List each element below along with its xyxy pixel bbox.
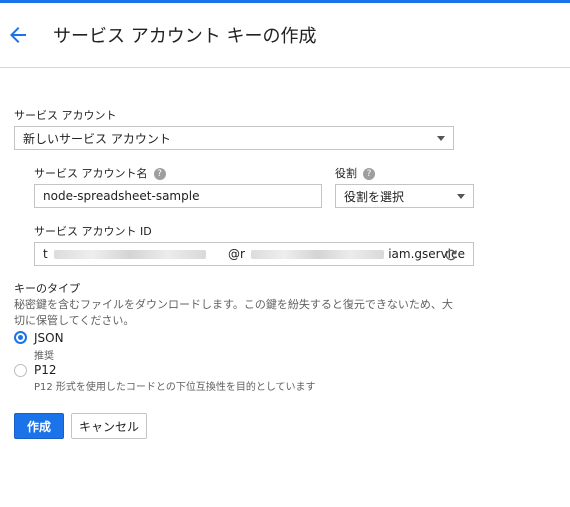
back-button[interactable]: [6, 23, 30, 47]
service-account-id-label: サービス アカウント ID: [34, 225, 152, 238]
key-type-label: キーのタイプ: [14, 282, 80, 295]
role-selected: 役割を選択: [344, 189, 405, 204]
chevron-down-icon: [457, 194, 465, 199]
service-account-id-field[interactable]: t @r iam.gservice: [34, 242, 474, 266]
service-account-selected: 新しいサービス アカウント: [23, 131, 171, 146]
help-icon[interactable]: ?: [363, 168, 375, 180]
radio-json-sub: 推奨: [34, 351, 54, 362]
key-type-description-line2: 切に保管してください。: [14, 314, 135, 327]
role-label: 役割?: [335, 165, 375, 181]
redacted-id: [53, 249, 207, 259]
service-account-name-value: node-spreadsheet-sample: [43, 189, 200, 203]
radio-p12-label: P12: [34, 363, 57, 377]
service-account-id-prefix: t: [43, 247, 48, 261]
radio-json[interactable]: [14, 331, 27, 344]
arrow-left-icon: [10, 27, 26, 43]
key-type-description-line1: 秘密鍵を含むファイルをダウンロードします。この鍵を紛失すると復元できないため、大: [14, 298, 453, 311]
help-icon[interactable]: ?: [153, 168, 166, 180]
page-title: サービス アカウント キーの作成: [53, 26, 317, 47]
radio-p12[interactable]: [14, 364, 27, 377]
service-account-name-label-text: サービス アカウント名: [34, 167, 148, 180]
service-account-label: サービス アカウント: [14, 109, 117, 122]
service-account-select[interactable]: 新しいサービス アカウント: [14, 126, 454, 150]
page-header: サービス アカウント キーの作成: [0, 3, 570, 68]
radio-json-label: JSON: [34, 331, 64, 345]
role-label-text: 役割: [335, 167, 357, 180]
redacted-project: [250, 249, 385, 259]
cancel-button[interactable]: キャンセル: [71, 413, 147, 439]
chevron-down-icon: [437, 136, 445, 141]
radio-p12-sub: P12 形式を使用したコードとの下位互換性を目的としています: [34, 382, 316, 393]
create-button[interactable]: 作成: [14, 413, 64, 439]
refresh-icon[interactable]: [443, 247, 459, 263]
service-account-id-at: @r: [228, 247, 245, 261]
role-select[interactable]: 役割を選択: [335, 184, 474, 208]
service-account-name-label: サービス アカウント名?: [34, 165, 166, 181]
service-account-name-input[interactable]: node-spreadsheet-sample: [34, 184, 322, 208]
